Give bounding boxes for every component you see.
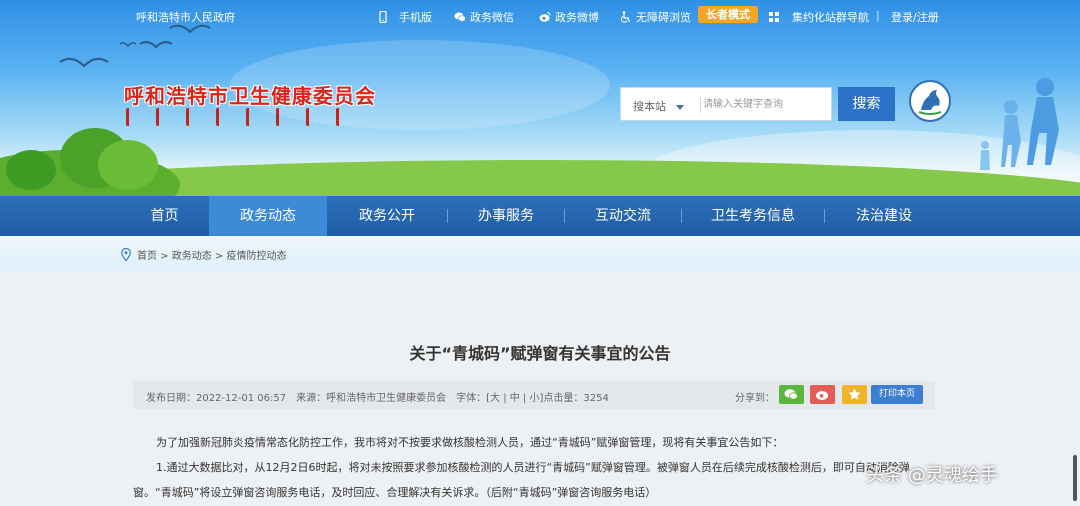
search-scope-select[interactable]: 搜本站 <box>633 98 684 114</box>
wechat-icon <box>784 389 798 400</box>
elder-mode-button[interactable]: 长者模式 <box>698 6 758 23</box>
breadcrumb-text[interactable]: 首页 > 政务动态 > 疫情防控动态 <box>137 247 286 262</box>
chevron-down-icon <box>676 104 684 110</box>
emblem-icon <box>909 80 951 122</box>
print-button[interactable]: 打印本页 <box>871 385 923 404</box>
nav-item-services[interactable]: 办事服务 <box>448 196 564 236</box>
wechat-icon <box>454 12 466 22</box>
nav-item-gov-news[interactable]: 政务动态 <box>209 196 327 236</box>
nav-item-home[interactable]: 首页 <box>120 196 209 236</box>
login-link[interactable]: 登录/注册 <box>891 9 939 25</box>
site-group-link[interactable]: 集约化站群导航 <box>768 9 869 25</box>
search-box: 搜本站 <box>620 87 832 121</box>
article-title: 关于“青城码”赋弹窗有关事宜的公告 <box>409 344 671 363</box>
divider <box>700 97 701 113</box>
breadcrumb-bar: 首页 > 政务动态 > 疫情防控动态 <box>0 236 1080 272</box>
site-title: 呼和浩特市卫生健康委员会 <box>124 84 376 108</box>
phone-icon <box>379 11 387 23</box>
weibo-icon <box>539 12 551 22</box>
weibo-icon <box>816 391 828 400</box>
favorite-button[interactable] <box>842 385 867 404</box>
mongolian-script-logo <box>126 108 344 126</box>
grid-icon <box>769 12 779 22</box>
weibo-link[interactable]: 政务微博 <box>539 9 599 25</box>
location-pin-icon <box>121 248 131 261</box>
wechat-share-button[interactable] <box>779 385 804 404</box>
star-icon <box>848 388 861 400</box>
horse-emblem-icon <box>918 90 942 115</box>
scrollbar[interactable] <box>1073 455 1077 501</box>
header-banner: 呼和浩特市人民政府 手机版 政务微信 政务微博 无障碍浏览 长者模式 集约化站群… <box>0 0 1080 196</box>
gov-link[interactable]: 呼和浩特市人民政府 <box>136 9 235 25</box>
weibo-share-button[interactable] <box>810 385 835 404</box>
article-paragraph: 窗。“青城码”将设立弹窗咨询服务电话，及时回应、合理解决有关诉求。（后附“青城码… <box>133 486 657 499</box>
search-input[interactable] <box>703 91 827 117</box>
article-paragraph: 为了加强新冠肺炎疫情常态化防控工作，我市将对不按要求做核酸检测人员，通过“青城码… <box>156 436 784 449</box>
wheelchair-icon <box>620 11 631 23</box>
page: { "top_bar": { "gov_link": "呼和浩特市人民政府", … <box>0 0 1080 506</box>
nav-item-interaction[interactable]: 互动交流 <box>565 196 681 236</box>
mobile-link[interactable]: 手机版 <box>377 9 432 25</box>
banner-tree <box>98 140 158 190</box>
article-meta-bar: 发布日期：2022-12-01 06:57 来源：呼和浩特市卫生健康委员会 字体… <box>133 381 935 409</box>
article-meta: 发布日期：2022-12-01 06:57 来源：呼和浩特市卫生健康委员会 字体… <box>146 393 609 404</box>
search-button[interactable]: 搜索 <box>838 87 895 121</box>
separator: | <box>876 9 880 22</box>
nav-item-legal[interactable]: 法治建设 <box>825 196 943 236</box>
wechat-link[interactable]: 政务微信 <box>454 9 514 25</box>
accessibility-link[interactable]: 无障碍浏览 <box>620 9 691 25</box>
nav-item-exam-info[interactable]: 卫生考务信息 <box>682 196 824 236</box>
nav-item-gov-open[interactable]: 政务公开 <box>327 196 447 236</box>
top-utility-bar: 呼和浩特市人民政府 手机版 政务微信 政务微博 无障碍浏览 长者模式 集约化站群… <box>0 0 1080 30</box>
watermark: 头条 @灵魂绘手 <box>866 465 998 486</box>
share-label: 分享到： <box>735 393 775 404</box>
article-paragraph: 1.通过大数据比对，从12月2日6时起，将对未按照要求参加核酸检测的人员进行“青… <box>156 461 910 474</box>
main-nav: 首页 政务动态 政务公开 办事服务 互动交流 卫生考务信息 法治建设 <box>0 196 1080 236</box>
people-silhouette <box>980 78 1059 170</box>
breadcrumb: 首页 > 政务动态 > 疫情防控动态 <box>121 247 286 262</box>
banner-tree <box>6 150 56 190</box>
